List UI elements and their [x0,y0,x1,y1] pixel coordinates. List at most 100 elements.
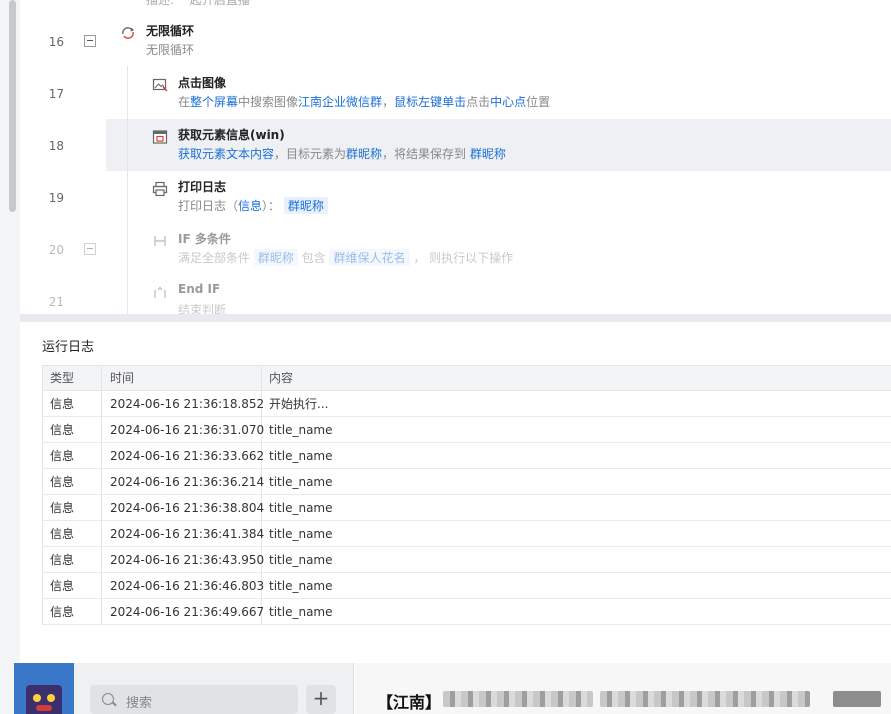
log-cell-time: 2024-06-16 21:36:18.852 [102,391,264,416]
step-title: 打印日志 [178,180,227,194]
log-title: 运行日志 [42,340,95,355]
desc-text: ， 则执行以下操作 [409,251,514,265]
log-cell-content: title_name [269,605,333,619]
desc-text: 位置 [526,95,551,109]
add-icon[interactable]: + [306,685,336,714]
left-scrollbar[interactable] [0,0,20,714]
log-cell-content: title_name [269,553,333,567]
desc-keyword-mouse[interactable]: 鼠标左键单击 [394,95,466,109]
element-info-icon [152,130,168,144]
desc-text: 打印日志（ [178,199,239,213]
redacted-block [443,691,593,707]
log-cell-content: title_name [269,579,333,593]
redacted-block [833,691,881,707]
log-cell-time: 2024-06-16 21:36:49.667 [102,599,264,624]
panel-divider[interactable] [20,314,891,322]
table-row[interactable]: 信息 2024-06-16 21:36:46.803 title_name [43,573,891,599]
log-cell-type: 信息 [43,547,102,572]
log-cell-time: 2024-06-16 21:36:46.803 [102,573,264,598]
step-title: 无限循环 [146,24,195,38]
variable-chip[interactable]: 群昵称 [253,249,298,266]
log-table: 类型 时间 内容 信息 2024-06-16 21:36:18.852 开始执行..… [42,365,891,625]
log-cell-content: 开始执行... [269,397,329,411]
desc-keyword-image[interactable]: 江南企业微信群 [298,95,382,109]
log-cell-time: 2024-06-16 21:36:36.214 [102,469,264,494]
desc-keyword-position[interactable]: 中心点 [490,95,526,109]
screen-root: 描述: 一起开启直播 16 无限循环 无限循环 17 点击图像 在整个屏幕中搜索… [0,0,891,714]
log-cell-time: 2024-06-16 21:36:31.070 [102,417,264,442]
step-title: End IF [178,282,221,296]
table-row[interactable]: 信息 2024-06-16 21:36:38.804 title_name [43,495,891,521]
step-desc: 无限循环 [146,43,195,57]
flow-row-17[interactable]: 17 点击图像 在整个屏幕中搜索图像江南企业微信群，鼠标左键单击点击中心点位置 [20,67,891,119]
log-cell-time: 2024-06-16 21:36:43.950 [102,547,264,572]
table-row[interactable]: 信息 2024-06-16 21:36:41.384 title_name [43,521,891,547]
search-placeholder: 搜索 [126,696,153,711]
desc-keyword-variable[interactable]: 群昵称 [470,147,506,161]
flow-row-20[interactable]: 20 IF 多条件 满足全部条件 群昵称 包含 群维保人花名 ， 则执行以下操作 [20,223,891,275]
desc-text: ）： [262,199,284,213]
column-header-time[interactable]: 时间 [102,366,262,390]
variable-chip[interactable]: 群维保人花名 [329,249,410,266]
log-cell-time: 2024-06-16 21:36:33.662 [102,443,264,468]
line-number: 20 [48,243,64,257]
wechat-chat-list: 搜索 + [74,663,354,714]
log-cell-type: 信息 [43,495,102,520]
log-cell-type: 信息 [43,391,102,416]
log-cell-content: title_name [269,527,333,541]
desc-text: 满足全部条件 [178,251,254,265]
log-cell-content: title_name [269,501,333,515]
table-row[interactable]: 信息 2024-06-16 21:36:18.852 开始执行... [43,391,891,417]
print-log-icon [152,181,168,197]
if-condition-icon [154,236,166,246]
step-title: 获取元素信息(win) [178,128,285,142]
desc-keyword-action[interactable]: 获取元素文本内容 [178,147,274,161]
desc-keyword-level[interactable]: 信息 [238,199,262,213]
desc-text: ，目标元素为 [274,147,347,161]
wechat-window: 搜索 + 【江南】 [14,663,891,714]
chat-title: 【江南】 [377,693,442,712]
step-desc: 满足全部条件 群昵称 包含 群维保人花名 ， 则执行以下操作 [178,249,513,266]
search-icon [102,693,114,705]
column-header-content[interactable]: 内容 [262,366,891,390]
table-row[interactable]: 信息 2024-06-16 21:36:36.214 title_name [43,469,891,495]
flow-row-18[interactable]: 18 获取元素信息(win) 获取元素文本内容，目标元素为群昵称，将结果保存到 … [20,119,891,171]
column-header-type[interactable]: 类型 [43,366,102,390]
table-row[interactable]: 信息 2024-06-16 21:36:49.667 title_name [43,599,891,625]
redacted-block [600,691,810,707]
flow-editor: 描述: 一起开启直播 16 无限循环 无限循环 17 点击图像 在整个屏幕中搜索… [20,0,891,314]
desc-text: 点击 [466,95,491,109]
log-table-body: 信息 2024-06-16 21:36:18.852 开始执行... 信息 2024-0… [43,391,891,625]
scrollbar-thumb[interactable] [9,0,16,212]
log-cell-type: 信息 [43,417,102,442]
line-number: 18 [48,139,64,153]
desc-text: 包含 [297,251,330,265]
desc-text: 在 [178,95,191,109]
table-row[interactable]: 信息 2024-06-16 21:36:31.070 title_name [43,417,891,443]
step-desc: 获取元素文本内容，目标元素为群昵称，将结果保存到 群昵称 [178,145,506,162]
flow-row-21[interactable]: 21 End IF 结束判断 [20,275,891,314]
avatar[interactable] [26,685,62,714]
run-log-panel: 运行日志 类型 时间 内容 信息 2024-06-16 21:36:18.852 开… [26,322,891,663]
log-table-header: 类型 时间 内容 [43,366,891,391]
partial-step-desc: 描述: 一起开启直播 [146,0,250,7]
flow-row-16[interactable]: 16 无限循环 无限循环 [20,15,891,67]
log-cell-content: title_name [269,475,333,489]
table-row[interactable]: 信息 2024-06-16 21:36:43.950 title_name [43,547,891,573]
variable-chip[interactable]: 群昵称 [283,197,328,214]
collapse-icon[interactable] [84,35,96,47]
desc-keyword-target[interactable]: 群昵称 [346,147,382,161]
collapse-icon[interactable] [84,243,96,255]
log-cell-type: 信息 [43,573,102,598]
flow-row-19[interactable]: 19 打印日志 打印日志（信息）： 群昵称 [20,171,891,223]
desc-keyword-scope[interactable]: 整个屏幕 [190,95,238,109]
desc-text: ， [382,95,395,109]
log-cell-type: 信息 [43,599,102,624]
line-number: 21 [48,295,64,309]
log-cell-type: 信息 [43,521,102,546]
click-image-icon [152,78,168,92]
table-row[interactable]: 信息 2024-06-16 21:36:33.662 title_name [43,443,891,469]
search-input[interactable]: 搜索 [90,685,298,714]
desc-text: 中搜索图像 [238,95,299,109]
step-title: IF 多条件 [178,232,231,246]
